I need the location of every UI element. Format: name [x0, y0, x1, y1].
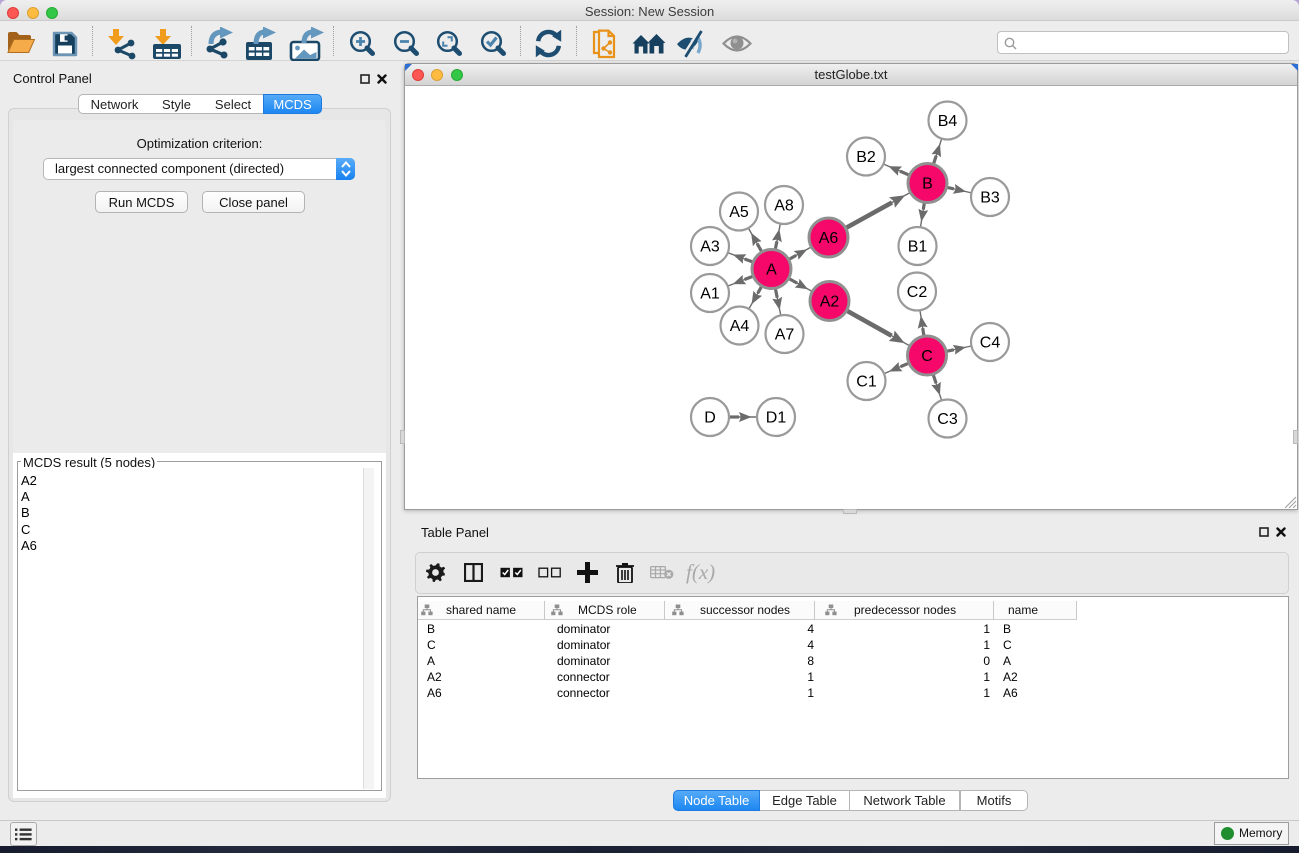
- svg-text:D1: D1: [766, 410, 787, 427]
- svg-text:B4: B4: [938, 113, 958, 130]
- svg-text:C: C: [921, 348, 933, 365]
- svg-text:A4: A4: [730, 318, 750, 335]
- svg-text:A8: A8: [774, 198, 794, 215]
- svg-text:D: D: [704, 410, 716, 427]
- svg-text:A2: A2: [820, 294, 840, 311]
- svg-text:C3: C3: [937, 411, 958, 428]
- svg-text:A6: A6: [819, 230, 839, 247]
- svg-text:A5: A5: [729, 204, 749, 221]
- svg-text:B3: B3: [980, 190, 1000, 207]
- svg-text:A: A: [766, 262, 777, 279]
- svg-text:B: B: [922, 176, 933, 193]
- svg-text:C4: C4: [980, 335, 1001, 352]
- svg-text:A3: A3: [700, 239, 720, 256]
- svg-text:B2: B2: [856, 149, 876, 166]
- svg-text:A7: A7: [775, 327, 795, 344]
- svg-text:A1: A1: [700, 286, 720, 303]
- svg-text:B1: B1: [908, 239, 928, 256]
- svg-text:C1: C1: [856, 374, 877, 391]
- svg-text:C2: C2: [907, 284, 928, 301]
